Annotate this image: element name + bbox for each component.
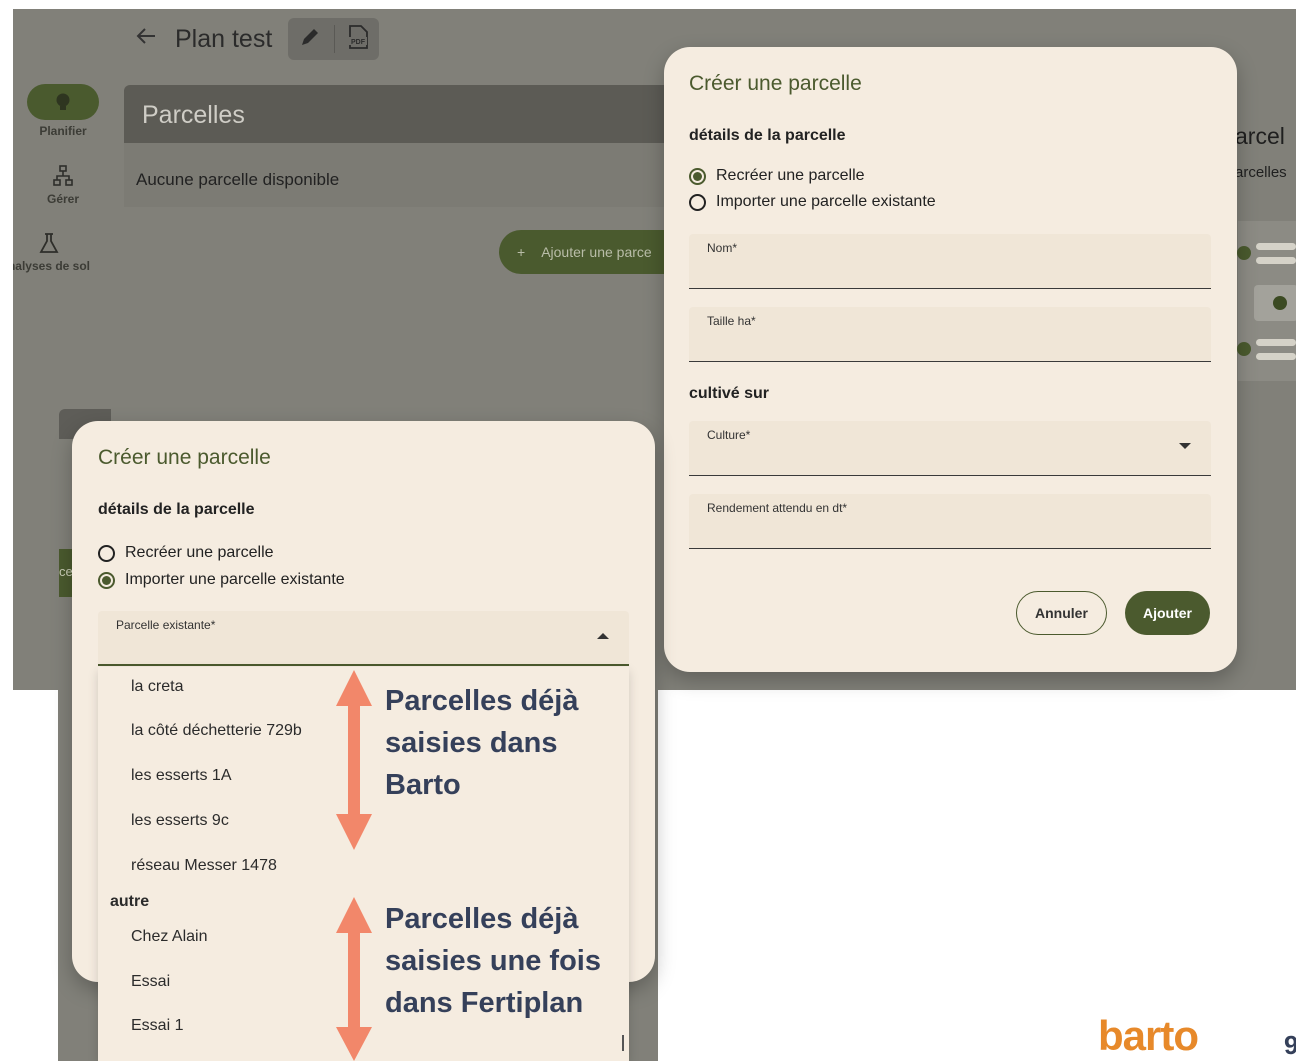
parcels-card: Parcelles Aucune parcelle disponible <box>124 85 684 207</box>
rail-label-planifier: Planifier <box>39 124 87 138</box>
radio-import-label: Importer une parcelle existante <box>125 571 345 588</box>
dropdown-option[interactable]: la côté déchetterie 729b <box>131 722 302 740</box>
add-parcel-label: Ajouter une parce <box>541 244 652 260</box>
rail-pill <box>27 84 99 120</box>
rail-item-gerer[interactable]: Gérer <box>13 162 113 206</box>
details-section-title: détails de la parcelle <box>98 501 255 518</box>
existing-parcel-label: Parcelle existante* <box>116 618 216 632</box>
background-green-button-text: ce <box>59 564 73 579</box>
dialog-title: Créer une parcelle <box>689 72 862 95</box>
culture-select-label: Culture* <box>707 428 751 442</box>
annotation-line: saisies dans <box>385 727 558 759</box>
back-arrow-icon[interactable] <box>135 25 159 54</box>
rail-item-planifier[interactable]: Planifier <box>13 84 113 138</box>
radio-unchecked-icon <box>689 193 706 211</box>
name-field-label: Nom* <box>707 241 738 255</box>
annotation-barto: Parcelles déjà saisies dans Barto <box>385 680 578 806</box>
size-field[interactable]: Taille ha* <box>689 307 1211 362</box>
rail-label-analyses: nalyses de sol <box>13 259 91 273</box>
radio-recreate-label: Recréer une parcelle <box>125 544 274 561</box>
sitemap-icon <box>13 162 113 190</box>
pdf-icon[interactable]: PDF <box>347 24 369 54</box>
dropdown-option[interactable]: Essai 1 <box>131 1017 183 1035</box>
radio-checked-icon <box>689 167 706 185</box>
radio-unchecked-icon <box>98 544 115 562</box>
annotation-line: Parcelles déjà <box>385 685 579 717</box>
existing-parcel-select[interactable]: Parcelle existante* <box>98 611 629 666</box>
size-field-label: Taille ha* <box>707 314 756 328</box>
plus-icon: + <box>517 244 526 260</box>
dropdown-option[interactable]: Essai <box>131 973 170 991</box>
double-arrow-fertiplan-icon <box>336 897 372 1061</box>
dropdown-option[interactable]: les esserts 9c <box>131 812 229 830</box>
toolbar-divider <box>334 25 336 53</box>
flask-icon <box>13 229 99 257</box>
annotation-line: saisies une fois <box>385 945 601 977</box>
radio-import-label: Importer une parcelle existante <box>716 193 936 210</box>
dropdown-option[interactable]: la creta <box>131 678 183 696</box>
edit-pencil-icon[interactable] <box>298 25 322 54</box>
plan-title: Plan test <box>175 24 273 53</box>
svg-text:PDF: PDF <box>351 39 366 46</box>
dropdown-option[interactable]: Chez Alain <box>131 928 208 946</box>
radio-recreate-label: Recréer une parcelle <box>716 167 865 184</box>
dialog-title: Créer une parcelle <box>98 446 271 469</box>
radio-checked-icon <box>98 571 115 589</box>
yield-field-label: Rendement attendu en dt* <box>707 501 848 515</box>
parcels-header: Parcelles <box>124 85 684 143</box>
yield-field[interactable]: Rendement attendu en dt* <box>689 494 1211 549</box>
dropdown-option[interactable]: les esserts 1A <box>131 767 231 785</box>
side-title: arcel <box>1235 123 1285 149</box>
details-section-title: détails de la parcelle <box>689 127 846 144</box>
toolbar-group: PDF <box>288 18 380 60</box>
cancel-button[interactable]: Annuler <box>1016 591 1107 635</box>
create-parcel-dialog-recreate: Créer une parcelle détails de la parcell… <box>664 47 1237 672</box>
dropdown-option[interactable]: réseau Messer 1478 <box>131 857 277 875</box>
radio-import-parcel[interactable]: Importer une parcelle existante <box>98 571 345 589</box>
parcel-illustration-icon <box>1237 221 1296 381</box>
side-subtitle: arcelles <box>1235 164 1287 181</box>
caret-up-icon <box>597 633 609 639</box>
radio-import-parcel[interactable]: Importer une parcelle existante <box>689 193 936 211</box>
radio-recreate-parcel[interactable]: Recréer une parcelle <box>98 544 274 562</box>
radio-recreate-parcel[interactable]: Recréer une parcelle <box>689 167 865 185</box>
add-button[interactable]: Ajouter <box>1125 591 1210 635</box>
double-arrow-barto-icon <box>336 670 372 850</box>
annotation-line: dans Fertiplan <box>385 987 584 1019</box>
name-field[interactable]: Nom* <box>689 234 1211 289</box>
grown-on-section-title: cultivé sur <box>689 385 770 402</box>
barto-logo: barto <box>1098 1012 1199 1059</box>
annotation-line: Barto <box>385 769 461 801</box>
dropdown-scrollbar[interactable] <box>622 1035 624 1051</box>
caret-down-icon <box>1179 443 1191 449</box>
dropdown-group-label: autre <box>110 893 150 910</box>
annotation-line: Parcelles déjà <box>385 903 579 935</box>
annotation-fertiplan: Parcelles déjà saisies une fois dans Fer… <box>385 898 601 1024</box>
lightbulb-icon <box>54 92 72 112</box>
top-bar: Plan test PDF <box>135 18 380 60</box>
page-number: 9 <box>1284 1030 1296 1060</box>
rail-item-analyses[interactable]: nalyses de sol <box>13 229 99 273</box>
rail-label-gerer: Gérer <box>46 192 80 206</box>
culture-select[interactable]: Culture* <box>689 421 1211 476</box>
no-parcel-text: Aucune parcelle disponible <box>136 170 340 189</box>
